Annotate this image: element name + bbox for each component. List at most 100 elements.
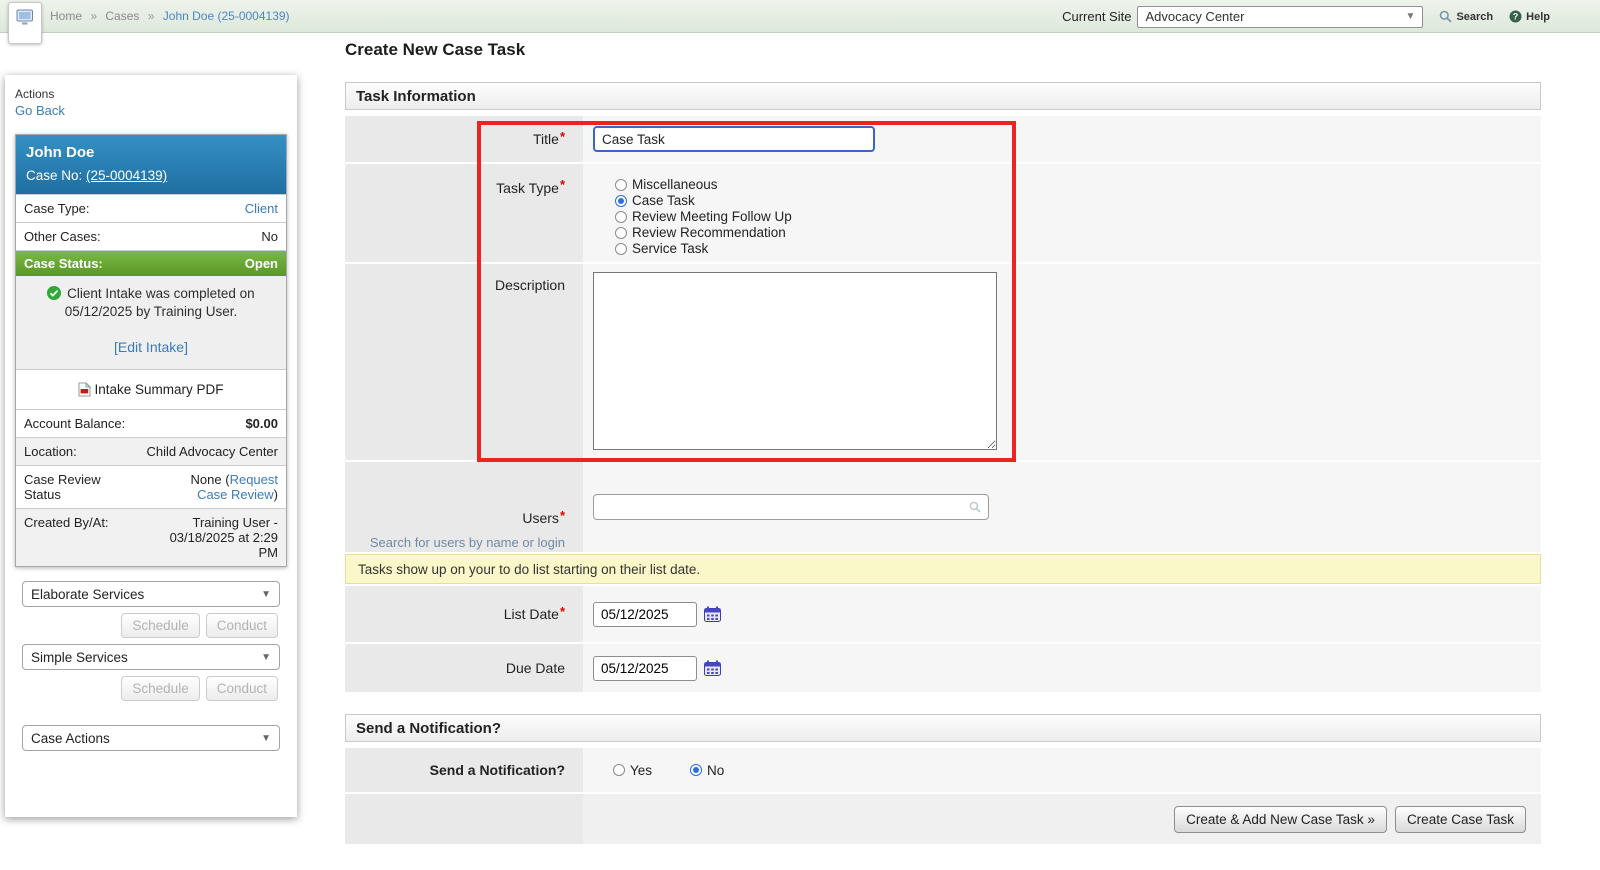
title-input[interactable] bbox=[593, 126, 875, 152]
chevron-down-icon: ▼ bbox=[261, 732, 271, 744]
case-status-bar: Case Status: Open bbox=[16, 250, 286, 276]
help-label: Help bbox=[1526, 10, 1550, 23]
created-by-label: Created By/At: bbox=[24, 515, 109, 531]
case-summary-card: John Doe Case No: (25-0004139) Case Type… bbox=[15, 134, 287, 568]
description-textarea[interactable] bbox=[593, 272, 997, 450]
help-button[interactable]: ? Help bbox=[1509, 10, 1550, 23]
send-notification-header: Send a Notification? bbox=[345, 714, 1541, 742]
account-balance-row: Account Balance: $0.00 bbox=[16, 409, 286, 438]
breadcrumb-separator: » bbox=[147, 9, 155, 23]
svg-text:?: ? bbox=[1513, 12, 1519, 22]
calendar-icon[interactable] bbox=[704, 660, 721, 676]
task-type-option-case-task[interactable]: Case Task bbox=[615, 193, 695, 209]
pdf-icon bbox=[78, 382, 92, 397]
notification-yes-label: Yes bbox=[630, 762, 653, 778]
task-type-option-review-meeting-follow-up[interactable]: Review Meeting Follow Up bbox=[615, 209, 792, 225]
radio-icon[interactable] bbox=[613, 764, 625, 776]
check-circle-icon bbox=[47, 286, 62, 300]
case-card-header: John Doe Case No: (25-0004139) bbox=[16, 135, 286, 194]
create-and-add-new-case-task-button[interactable]: Create & Add New Case Task » bbox=[1174, 805, 1387, 833]
required-asterisk: * bbox=[559, 603, 565, 619]
users-row: Users* Search for users by name or login bbox=[345, 462, 1541, 552]
radio-icon-selected[interactable] bbox=[615, 195, 627, 207]
topbar-right-group: Current Site Advocacy Center ▼ Search ? … bbox=[1062, 0, 1550, 33]
description-label: Description bbox=[494, 277, 565, 293]
calendar-icon[interactable] bbox=[704, 606, 721, 622]
task-type-option-label: Case Task bbox=[632, 193, 695, 208]
current-site-select[interactable]: Advocacy Center ▼ bbox=[1137, 5, 1424, 28]
required-asterisk: * bbox=[559, 128, 565, 144]
simple-services-select[interactable]: Simple Services ▼ bbox=[22, 644, 280, 671]
location-label: Location: bbox=[24, 444, 77, 460]
created-by-value: Training User - 03/18/2025 at 2:29 PM bbox=[169, 515, 278, 561]
due-date-input[interactable] bbox=[593, 655, 697, 681]
required-asterisk: * bbox=[559, 177, 565, 192]
location-value: Child Advocacy Center bbox=[146, 444, 278, 460]
breadcrumb-current-case[interactable]: John Doe (25-0004139) bbox=[163, 9, 290, 23]
send-notification-row: Send a Notification? Yes No bbox=[345, 748, 1541, 792]
notification-option-yes[interactable]: Yes bbox=[613, 763, 652, 778]
case-actions-value: Case Actions bbox=[31, 730, 110, 746]
due-date-row: Due Date bbox=[345, 644, 1541, 692]
main-content: Create New Case Task Task Information Ti… bbox=[345, 40, 1541, 844]
list-date-input[interactable] bbox=[593, 601, 697, 627]
radio-icon[interactable] bbox=[615, 211, 627, 223]
breadcrumb-home[interactable]: Home bbox=[50, 9, 82, 23]
conduct-button[interactable]: Conduct bbox=[205, 676, 278, 702]
app-tab[interactable] bbox=[8, 2, 42, 44]
case-type-row: Case Type: Client bbox=[16, 194, 286, 222]
other-cases-label: Other Cases: bbox=[24, 229, 101, 244]
go-back-link[interactable]: Go Back bbox=[15, 103, 65, 118]
task-type-option-service-task[interactable]: Service Task bbox=[615, 241, 708, 257]
intake-status-block: Client Intake was completed on 05/12/202… bbox=[16, 276, 286, 370]
sidebar: Actions Go Back John Doe Case No: (25-00… bbox=[5, 75, 297, 817]
task-type-option-miscellaneous[interactable]: Miscellaneous bbox=[615, 177, 718, 193]
search-label: Search bbox=[1456, 10, 1494, 23]
task-type-option-review-recommendation[interactable]: Review Recommendation bbox=[615, 225, 786, 241]
conduct-button[interactable]: Conduct bbox=[205, 613, 278, 639]
form-buttons-row: Create & Add New Case Task » Create Case… bbox=[345, 794, 1541, 844]
radio-icon[interactable] bbox=[615, 227, 627, 239]
create-case-task-button[interactable]: Create Case Task bbox=[1394, 805, 1526, 833]
elaborate-services-value: Elaborate Services bbox=[31, 586, 145, 602]
chevron-down-icon: ▼ bbox=[1405, 11, 1416, 22]
edit-intake-link[interactable]: [Edit Intake] bbox=[114, 339, 188, 355]
schedule-button[interactable]: Schedule bbox=[121, 613, 200, 639]
account-balance-value: $0.00 bbox=[245, 416, 278, 432]
services-section: Elaborate Services ▼ Schedule Conduct Si… bbox=[15, 581, 287, 752]
users-label: Users bbox=[522, 509, 559, 526]
current-site-value: Advocacy Center bbox=[1145, 9, 1245, 24]
case-actions-select[interactable]: Case Actions ▼ bbox=[22, 725, 280, 752]
intake-pdf-row[interactable]: Intake Summary PDF bbox=[16, 369, 286, 410]
radio-icon-selected[interactable] bbox=[690, 764, 703, 776]
elaborate-services-select[interactable]: Elaborate Services ▼ bbox=[22, 581, 280, 608]
page: Home » Cases » John Doe (25-0004139) Cur… bbox=[0, 0, 1600, 870]
description-row: Description bbox=[345, 264, 1541, 460]
users-search-input[interactable] bbox=[593, 494, 989, 520]
intake-complete-message: Client Intake was completed on 05/12/202… bbox=[64, 286, 255, 320]
title-label: Title bbox=[533, 131, 559, 147]
client-name: John Doe bbox=[26, 144, 95, 161]
top-bar: Home » Cases » John Doe (25-0004139) Cur… bbox=[0, 0, 1600, 33]
location-row: Location: Child Advocacy Center bbox=[16, 437, 286, 466]
breadcrumb-cases[interactable]: Cases bbox=[105, 9, 139, 23]
help-icon: ? bbox=[1509, 10, 1522, 23]
task-type-option-label: Service Task bbox=[632, 241, 709, 256]
case-status-label: Case Status: bbox=[24, 256, 103, 271]
notification-option-no[interactable]: No bbox=[690, 763, 724, 778]
case-review-value-prefix: None ( bbox=[190, 472, 230, 488]
schedule-button[interactable]: Schedule bbox=[121, 676, 200, 702]
other-cases-value: No bbox=[261, 229, 278, 244]
simple-services-value: Simple Services bbox=[31, 649, 128, 665]
radio-icon[interactable] bbox=[615, 243, 627, 255]
task-type-option-label: Miscellaneous bbox=[632, 177, 718, 192]
title-row: Title * bbox=[345, 116, 1541, 162]
search-button[interactable]: Search bbox=[1439, 10, 1493, 23]
radio-icon[interactable] bbox=[615, 179, 627, 191]
account-balance-label: Account Balance: bbox=[24, 416, 126, 432]
list-date-row: List Date * bbox=[345, 586, 1541, 642]
intake-pdf-link[interactable]: Intake Summary PDF bbox=[94, 382, 223, 397]
case-no-link[interactable]: (25-0004139) bbox=[86, 168, 167, 183]
case-type-link[interactable]: Client bbox=[245, 201, 278, 216]
list-date-label: List Date bbox=[503, 606, 559, 622]
